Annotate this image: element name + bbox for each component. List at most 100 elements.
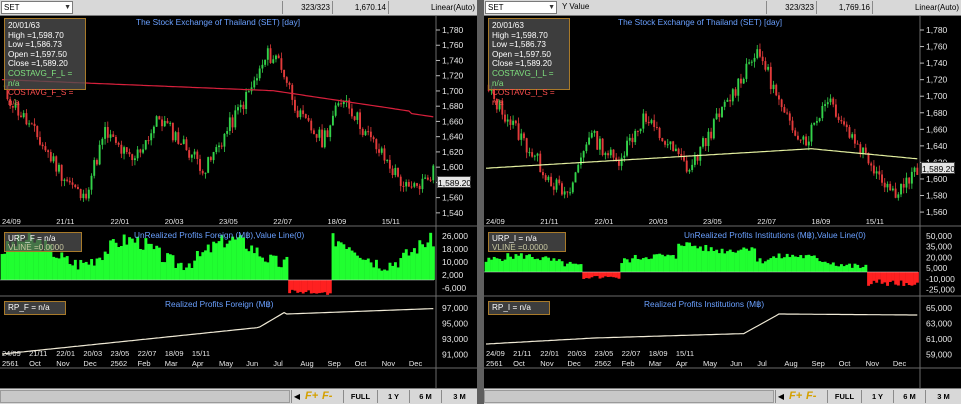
candle-body: [531, 152, 534, 157]
candle-body: [642, 113, 645, 129]
range-3m-button[interactable]: 3 M: [925, 390, 961, 403]
unrealized-bar: [242, 237, 245, 280]
candle-body: [577, 164, 580, 173]
candle-body: [277, 55, 280, 59]
realized-value: RP_F = n/a: [8, 303, 50, 312]
candle-body: [416, 183, 418, 186]
candle-body: [677, 148, 680, 154]
candle-body: [563, 191, 566, 195]
candle-body: [883, 182, 886, 188]
candle-body: [283, 69, 286, 78]
unrealized-bar: [869, 272, 873, 285]
unrealized-bar: [606, 272, 610, 277]
symbol-select[interactable]: SET ▼: [485, 1, 557, 14]
unrealized-bar: [769, 258, 773, 272]
unrealized-bar: [595, 272, 599, 277]
realized-value: RP_I = n/a: [492, 303, 531, 312]
unrealized-bar: [385, 270, 389, 280]
candle-body: [737, 78, 740, 96]
candle-body: [20, 115, 22, 118]
candle-body: [685, 160, 688, 172]
x-month-label: Jul: [757, 359, 767, 368]
range-6m-button[interactable]: 6 M: [409, 390, 441, 403]
horizontal-scrollbar[interactable]: [484, 390, 774, 403]
unrealized-tick-label: -10,000: [926, 274, 955, 284]
unrealized-bar: [174, 267, 178, 280]
dropdown-arrow-icon[interactable]: ▼: [548, 2, 555, 13]
candle-body: [916, 167, 919, 175]
candle-body: [723, 101, 726, 107]
zoom-out-icon[interactable]: F-: [806, 389, 816, 404]
range-full-button[interactable]: FULL: [827, 390, 861, 403]
candle-body: [174, 132, 177, 141]
unrealized-bar: [894, 272, 898, 285]
unrealized-bar: [755, 261, 759, 272]
unrealized-bar: [820, 262, 824, 272]
unrealized-bar: [506, 253, 510, 272]
scroll-left-arrow-icon[interactable]: ◀: [291, 390, 302, 403]
unrealized-bar: [247, 251, 251, 280]
zoom-in-icon[interactable]: F+: [305, 389, 318, 404]
x-month-label: Apr: [676, 359, 688, 368]
candle-body: [188, 150, 191, 158]
scale-mode-button[interactable]: Linear(Auto): [872, 1, 961, 14]
unrealized-bar: [274, 255, 278, 280]
unrealized-bar: [171, 255, 175, 280]
unrealized-tick-label: 2,000: [442, 270, 464, 280]
unrealized-bar: [750, 247, 754, 272]
unrealized-bar: [147, 243, 151, 280]
unrealized-bar: [658, 253, 662, 272]
scale-mode-button[interactable]: Linear(Auto): [388, 1, 477, 14]
unrealized-bar: [644, 257, 648, 272]
range-6m-button[interactable]: 6 M: [893, 390, 925, 403]
candle-body: [582, 151, 585, 158]
candle-body: [33, 123, 36, 127]
candle-body: [894, 188, 897, 198]
unrealized-bar: [682, 246, 686, 272]
unrealized-bar: [114, 242, 118, 280]
unrealized-bar: [522, 258, 526, 272]
dropdown-arrow-icon[interactable]: ▼: [64, 2, 71, 13]
window-splitter[interactable]: [477, 0, 484, 404]
candle-body: [353, 116, 356, 120]
unrealized-bar: [372, 267, 376, 280]
unrealized-bar: [128, 237, 132, 280]
x-month-label: 2561: [2, 359, 19, 368]
unrealized-bar: [552, 258, 556, 272]
candle-body: [853, 134, 856, 144]
candle-body: [558, 179, 561, 184]
unrealized-bar: [609, 272, 613, 277]
x-month-label: Dec: [567, 359, 581, 368]
unrealized-bar: [772, 256, 776, 272]
unrealized-bar: [639, 259, 643, 272]
candle-body: [799, 139, 802, 141]
candle-body: [256, 78, 258, 81]
x-month-label: Apr: [192, 359, 204, 368]
candle-body: [623, 155, 626, 158]
zoom-in-icon[interactable]: F+: [789, 389, 802, 404]
unrealized-bar: [402, 252, 406, 280]
unrealized-bar: [415, 253, 419, 280]
range-full-button[interactable]: FULL: [343, 390, 377, 403]
range-3m-button[interactable]: 3 M: [441, 390, 477, 403]
unrealized-bar: [334, 246, 338, 280]
price-tick-label: 1,640: [926, 141, 948, 151]
candle-body: [552, 186, 555, 190]
symbol-select[interactable]: SET ▼: [1, 1, 73, 14]
candle-body: [361, 128, 364, 136]
unrealized-bar: [867, 272, 871, 286]
x-date-label: 22/01: [540, 349, 559, 358]
unrealized-bar: [195, 250, 199, 280]
unrealized-bar: [187, 263, 191, 280]
scroll-left-arrow-icon[interactable]: ◀: [775, 390, 786, 403]
unrealized-bar: [244, 248, 248, 280]
range-1y-button[interactable]: 1 Y: [861, 390, 893, 403]
zoom-out-icon[interactable]: F-: [322, 389, 332, 404]
range-1y-button[interactable]: 1 Y: [377, 390, 409, 403]
unrealized-bar: [886, 272, 890, 286]
candle-body: [753, 57, 756, 62]
candle-body: [342, 101, 345, 105]
unrealized-bar: [71, 265, 75, 280]
horizontal-scrollbar[interactable]: [0, 390, 290, 403]
unrealized-bar: [758, 258, 762, 272]
